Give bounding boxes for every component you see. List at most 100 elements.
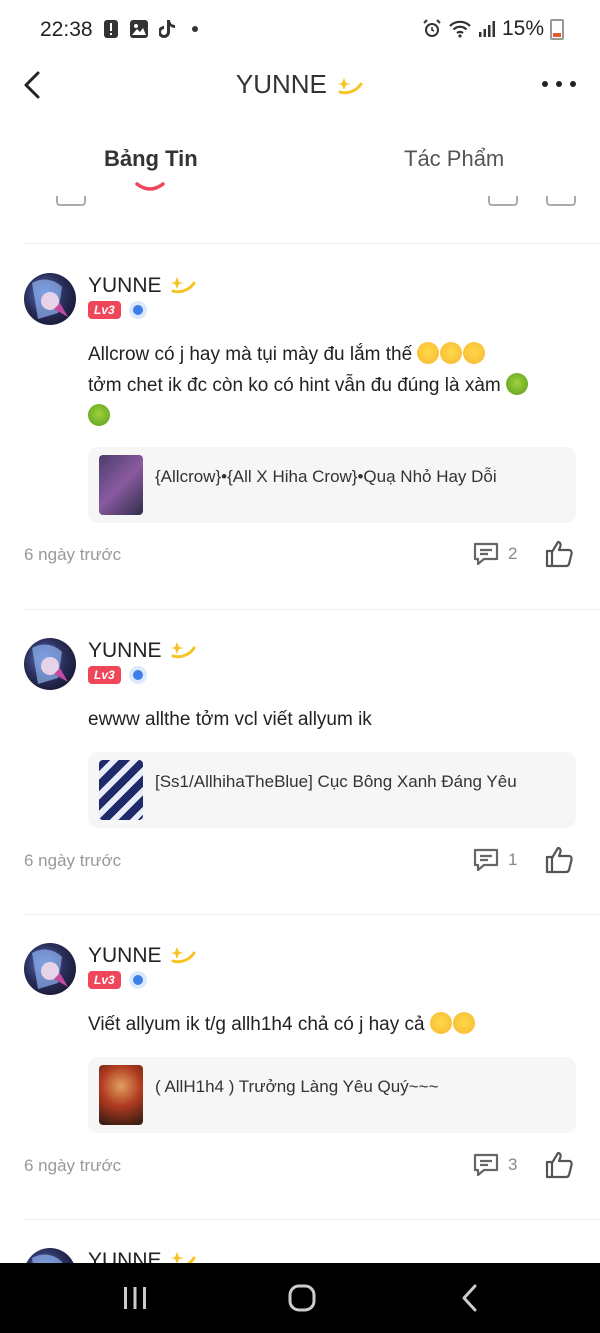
more-options-button[interactable]: [542, 72, 576, 96]
avatar-image: [32, 1254, 62, 1263]
post-text-line: Viết allyum ik t/g allh1h4 chả có j hay …: [88, 1014, 425, 1035]
tab-bar: Bảng Tin Tác Phẩm: [0, 146, 600, 196]
top-app-bar: YUNNE: [0, 58, 600, 110]
comment-icon: [473, 848, 499, 872]
comment-icon: [473, 1153, 499, 1177]
post-divider: [24, 914, 600, 915]
story-title: {Allcrow}•{All X Hiha Crow}•Quạ Nhỏ Hay …: [155, 467, 497, 486]
home-button[interactable]: [287, 1283, 317, 1313]
dizzy-star-icon: [171, 277, 196, 294]
signal-icon: [478, 21, 495, 37]
badge-row: Lv3: [88, 301, 147, 319]
like-button[interactable]: [544, 539, 574, 569]
active-tab-indicator: [135, 182, 165, 191]
badge-row: Lv3: [88, 666, 147, 684]
home-icon: [288, 1284, 316, 1312]
feed-post: YUNNE Lv3 Allcrow có j hay mà tụi mày đu…: [0, 273, 600, 583]
level-badge: Lv3: [88, 666, 121, 684]
eye-roll-emoji-icon: [417, 342, 440, 364]
story-title: [Ss1/AllhihaTheBlue] Cục Bông Xanh Đáng …: [155, 772, 517, 791]
alert-notification-icon: [102, 20, 120, 38]
wifi-icon: [449, 20, 471, 38]
vomiting-emoji-icon: [88, 404, 110, 426]
post-content: Viết allyum ik t/g allh1h4 chả có j hay …: [88, 1009, 578, 1040]
system-navigation-bar: [0, 1263, 600, 1333]
author-name-text: YUNNE: [88, 1249, 162, 1263]
comment-button[interactable]: 1: [472, 846, 517, 874]
vomiting-emoji-icon: [506, 373, 529, 395]
thumbs-up-icon: [545, 846, 573, 874]
status-time: 22:38: [40, 18, 93, 41]
comment-count: 3: [508, 1155, 518, 1174]
badge-row: Lv3: [88, 971, 147, 989]
verified-icon: [128, 971, 147, 989]
dot-icon: [542, 81, 548, 87]
system-status: 15%: [422, 17, 564, 41]
avatar[interactable]: [24, 1248, 76, 1263]
post-divider: [24, 243, 600, 244]
back-arrow-icon: [462, 1284, 477, 1312]
author-name[interactable]: YUNNE: [88, 638, 197, 663]
battery-icon: [550, 18, 564, 40]
story-cover-image: [99, 455, 143, 515]
eye-roll-emoji-icon: [463, 342, 486, 364]
tab-works[interactable]: Tác Phẩm: [404, 146, 504, 172]
post-content: ewww allthe tởm vcl viết allyum ik: [88, 704, 578, 735]
level-badge: Lv3: [88, 971, 121, 989]
level-badge: Lv3: [88, 301, 121, 319]
story-link-card[interactable]: ( AllH1h4 ) Trưởng Làng Yêu Quý~~~: [88, 1057, 576, 1133]
dizzy-star-icon: [171, 947, 196, 964]
tab-feed[interactable]: Bảng Tin: [104, 146, 198, 172]
dot-icon: [556, 81, 562, 87]
author-name[interactable]: YUNNE: [88, 943, 197, 968]
story-title: ( AllH1h4 ) Trưởng Làng Yêu Quý~~~: [155, 1077, 439, 1096]
avatar-image: [32, 644, 68, 684]
story-link-card[interactable]: {Allcrow}•{All X Hiha Crow}•Quạ Nhỏ Hay …: [88, 447, 576, 523]
post-content: Allcrow có j hay mà tụi mày đu lắm thế t…: [88, 339, 578, 432]
battery-percent: 15%: [501, 17, 544, 40]
like-button[interactable]: [544, 845, 574, 875]
truncated-icon: [56, 196, 86, 206]
more-notifications-dot-icon: [186, 20, 204, 38]
like-button[interactable]: [544, 1150, 574, 1180]
dizzy-star-icon: [171, 1252, 196, 1263]
post-timestamp: 6 ngày trước: [24, 851, 122, 870]
avatar[interactable]: [24, 638, 76, 690]
verified-icon: [128, 666, 147, 684]
truncated-icon: [546, 196, 576, 206]
comment-count: 1: [508, 850, 518, 869]
thumbs-up-icon: [545, 540, 573, 568]
author-name[interactable]: YUNNE: [88, 1248, 197, 1263]
post-timestamp: 6 ngày trước: [24, 1156, 122, 1175]
author-name-text: YUNNE: [88, 944, 162, 967]
truncated-icon: [488, 196, 518, 206]
post-text-line: tởm chet ik đc còn ko có hint vẫn đu đún…: [88, 375, 501, 396]
comment-icon: [473, 542, 499, 566]
verified-icon: [128, 301, 147, 319]
author-name-text: YUNNE: [88, 274, 162, 297]
system-back-button[interactable]: [456, 1283, 486, 1313]
story-cover-image: [99, 1065, 143, 1125]
notification-icons: [102, 20, 204, 38]
post-divider: [24, 609, 600, 610]
avatar-image: [32, 279, 68, 319]
comment-button[interactable]: 2: [472, 540, 517, 568]
alarm-icon: [423, 19, 441, 37]
post-text-line: ewww allthe tởm vcl viết allyum ik: [88, 709, 372, 730]
post-divider: [24, 1219, 600, 1220]
comment-button[interactable]: 3: [472, 1151, 517, 1179]
feed-post: YUNNE Lv3 ewww allthe tởm vcl viết allyu…: [0, 638, 600, 888]
recent-apps-icon: [124, 1287, 146, 1309]
avatar[interactable]: [24, 943, 76, 995]
recent-apps-button[interactable]: [120, 1283, 150, 1313]
status-bar: 22:38 15%: [0, 0, 600, 58]
tiktok-notification-icon: [158, 20, 176, 38]
author-name-text: YUNNE: [88, 639, 162, 662]
thumbs-up-icon: [545, 1151, 573, 1179]
post-timestamp: 6 ngày trước: [24, 545, 122, 564]
page-title: YUNNE: [0, 69, 600, 100]
avatar[interactable]: [24, 273, 76, 325]
author-name[interactable]: YUNNE: [88, 273, 197, 298]
story-link-card[interactable]: [Ss1/AllhihaTheBlue] Cục Bông Xanh Đáng …: [88, 752, 576, 828]
feed-post: YUNNE: [0, 1248, 600, 1263]
